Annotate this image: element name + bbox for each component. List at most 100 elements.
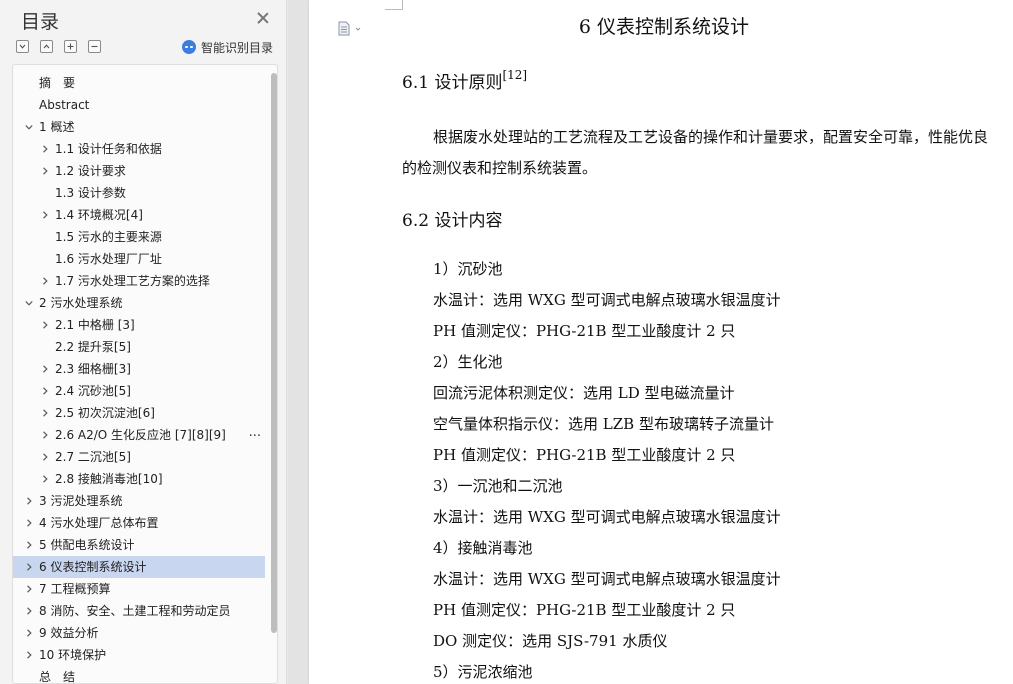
chevron-right-icon[interactable] [25, 563, 33, 571]
chevron-right-icon[interactable] [25, 629, 33, 637]
toc-item[interactable]: 2.2 提升泵[5] [13, 336, 265, 358]
collapse-all-button[interactable] [40, 40, 53, 53]
toc-item[interactable]: 10 环境保护 [13, 644, 265, 666]
chevron-right-icon[interactable] [41, 431, 49, 439]
chevron-right-icon[interactable] [25, 607, 33, 615]
toc-item-label: 1.3 设计参数 [55, 186, 126, 200]
expand-all-button[interactable] [16, 40, 29, 53]
smart-recognize-icon [182, 40, 196, 54]
toc-item[interactable]: 2.6 A2/O 生化反应池 [7][8][9]... [13, 424, 265, 446]
toc-item[interactable]: 4 污水处理厂总体布置 [13, 512, 265, 534]
section-title-text: 6.1 设计原则 [402, 73, 503, 93]
chevron-right-icon[interactable] [41, 409, 49, 417]
toc-item-label: 10 环境保护 [39, 648, 107, 662]
toc-item[interactable]: 8 消防、安全、土建工程和劳动定员 [13, 600, 265, 622]
citation-ref[interactable]: [12] [502, 68, 527, 82]
toc-item-label: 1.2 设计要求 [55, 164, 126, 178]
toc-item-label: 3 污泥处理系统 [39, 494, 123, 508]
toc-item[interactable]: 1.7 污水处理工艺方案的选择 [13, 270, 265, 292]
smart-recognize-label: 智能识别目录 [201, 40, 274, 55]
toc-item[interactable]: 2.8 接触消毒池[10] [13, 468, 265, 490]
toc-item-label: 9 效益分析 [39, 626, 99, 640]
toc-item[interactable]: 摘 要 [13, 72, 265, 94]
content-line: PH 值测定仪：PHG-21B 型工业酸度计 2 只 [433, 322, 736, 340]
toc-item-label: 2.4 沉砂池[5] [55, 384, 131, 398]
toc-item-label: 2.1 中格栅 [3] [55, 318, 135, 332]
content-line: 1）沉砂池 [433, 260, 503, 278]
chevron-right-icon[interactable] [25, 541, 33, 549]
toc-item[interactable]: 1 概述 [13, 116, 265, 138]
chevron-down-icon [19, 44, 26, 49]
content-line: 4）接触消毒池 [433, 539, 533, 557]
section-heading: 6.1 设计原则[12] [402, 68, 527, 93]
chevron-right-icon[interactable] [41, 453, 49, 461]
toc-item-label: 2.6 A2/O 生化反应池 [7][8][9] [55, 428, 226, 442]
content-line: PH 值测定仪：PHG-21B 型工业酸度计 2 只 [433, 446, 736, 464]
toc-item[interactable]: 2.7 二沉池[5] [13, 446, 265, 468]
toc-item[interactable]: 2 污水处理系统 [13, 292, 265, 314]
chevron-up-icon [43, 44, 50, 49]
toc-item[interactable]: 1.5 污水的主要来源 [13, 226, 265, 248]
toc-item[interactable]: 3 污泥处理系统 [13, 490, 265, 512]
content-line: PH 值测定仪：PHG-21B 型工业酸度计 2 只 [433, 601, 736, 619]
toc-item[interactable]: 2.4 沉砂池[5] [13, 380, 265, 402]
chevron-right-icon[interactable] [41, 365, 49, 373]
toc-item[interactable]: 7 工程概预算 [13, 578, 265, 600]
paragraph-line: 根据废水处理站的工艺流程及工艺设备的操作和计量要求，配置安全可靠，性能优良 [433, 128, 989, 146]
paragraph-line: 的检测仪表和控制系统装置。 [402, 159, 598, 177]
chevron-right-icon[interactable] [41, 277, 49, 285]
close-icon[interactable] [256, 11, 270, 25]
toc-scrollbar[interactable] [271, 73, 277, 633]
chevron-right-icon[interactable] [41, 321, 49, 329]
toc-item-label: 8 消防、安全、土建工程和劳动定员 [39, 604, 231, 618]
toc-item[interactable]: 2.5 初次沉淀池[6] [13, 402, 265, 424]
chevron-right-icon[interactable] [25, 585, 33, 593]
toc-item[interactable]: 1.6 污水处理厂厂址 [13, 248, 265, 270]
chevron-down-icon[interactable] [25, 123, 33, 131]
content-line: 回流污泥体积测定仪：选用 LD 型电磁流量计 [433, 384, 735, 402]
toc-item[interactable]: 1.4 环境概况[4] [13, 204, 265, 226]
chevron-right-icon[interactable] [41, 145, 49, 153]
toc-item-label: 1.1 设计任务和依据 [55, 142, 162, 156]
toc-item[interactable]: 9 效益分析 [13, 622, 265, 644]
chevron-right-icon[interactable] [41, 475, 49, 483]
toc-list: 摘 要 Abstract 1 概述 1.1 设计任务和依据 1.2 设计要求 1.3 设计… [13, 72, 265, 684]
minus-icon [91, 45, 98, 48]
plus-icon [67, 43, 74, 50]
chevron-right-icon[interactable] [25, 497, 33, 505]
toc-item-label: 1 概述 [39, 120, 75, 134]
chevron-right-icon[interactable] [25, 651, 33, 659]
toc-item[interactable]: 1.3 设计参数 [13, 182, 265, 204]
content-line: 2）生化池 [433, 353, 503, 371]
toc-item-label: 5 供配电系统设计 [39, 538, 135, 552]
content-line: 空气量体积指示仪：选用 LZB 型布玻璃转子流量计 [433, 415, 774, 433]
more-options-icon[interactable]: ... [249, 422, 261, 444]
chevron-down-icon[interactable] [25, 299, 33, 307]
content-line: 水温计：选用 WXG 型可调式电解点玻璃水银温度计 [433, 508, 781, 526]
add-heading-button[interactable] [64, 40, 77, 53]
toc-item-label: Abstract [39, 98, 90, 112]
toc-item[interactable]: 2.3 细格栅[3] [13, 358, 265, 380]
chevron-right-icon[interactable] [41, 387, 49, 395]
chevron-right-icon[interactable] [41, 211, 49, 219]
toc-item[interactable]: 6 仪表控制系统设计 [13, 556, 265, 578]
chevron-right-icon[interactable] [25, 519, 33, 527]
toc-item[interactable]: Abstract [13, 94, 265, 116]
chevron-right-icon[interactable] [41, 167, 49, 175]
toc-item[interactable]: 1.2 设计要求 [13, 160, 265, 182]
smart-recognize-toc-button[interactable]: 智能识别目录 [182, 39, 273, 55]
toc-panel: 目录 智能识别目录 摘 要 Abstract 1 概述 1.1 设计任务和依据 1.2 … [0, 0, 287, 684]
document-page[interactable]: 6 仪表控制系统设计 6.1 设计原则[12] 根据废水处理站的工艺流程及工艺设… [309, 0, 1013, 684]
toc-item-label: 7 工程概预算 [39, 582, 111, 596]
toc-item-label: 2.5 初次沉淀池[6] [55, 406, 155, 420]
toc-item-label: 6 仪表控制系统设计 [39, 560, 147, 574]
remove-heading-button[interactable] [88, 40, 101, 53]
toc-item-label: 总 结 [39, 670, 76, 684]
toc-item-label: 2.3 细格栅[3] [55, 362, 131, 376]
toc-item[interactable]: 1.1 设计任务和依据 [13, 138, 265, 160]
page-margin-mark [385, 9, 403, 10]
toc-list-container: 摘 要 Abstract 1 概述 1.1 设计任务和依据 1.2 设计要求 1.3 设计… [12, 64, 278, 684]
toc-item[interactable]: 2.1 中格栅 [3] [13, 314, 265, 336]
toc-item[interactable]: 总 结 [13, 666, 265, 684]
toc-item[interactable]: 5 供配电系统设计 [13, 534, 265, 556]
